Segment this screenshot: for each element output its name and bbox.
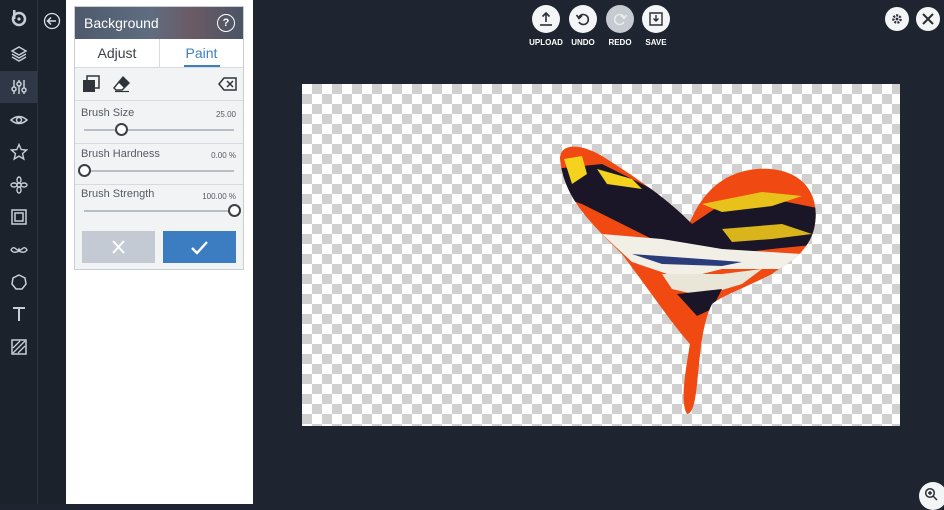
tab-paint[interactable]: Paint	[160, 39, 243, 67]
undo-button[interactable]	[569, 5, 597, 33]
clear-backspace-icon[interactable]	[218, 75, 238, 93]
gear-icon	[892, 14, 902, 24]
cancel-button[interactable]	[82, 231, 155, 263]
shape-icon[interactable]	[0, 266, 37, 298]
text-icon[interactable]	[0, 298, 37, 330]
tool-rail	[0, 0, 38, 504]
help-icon[interactable]: ?	[217, 14, 235, 32]
brush-strength-label: Brush Strength	[81, 188, 155, 200]
redo-label: REDO	[608, 38, 632, 47]
logo-icon[interactable]	[0, 2, 37, 34]
save-button[interactable]	[642, 5, 670, 33]
paint-tools-row	[75, 68, 243, 101]
save-icon	[649, 12, 663, 26]
panel-tabs: Adjust Paint	[75, 39, 243, 68]
upload-label: UPLOAD	[529, 38, 563, 47]
undo-icon	[575, 13, 590, 26]
brush-size-value: 25.00	[215, 110, 236, 119]
panel-header: Background ?	[75, 7, 243, 39]
brush-size-knob[interactable]	[115, 123, 128, 136]
checkmark-icon	[191, 241, 208, 255]
star-icon[interactable]	[0, 136, 37, 168]
active-tab-underline	[184, 65, 220, 67]
upload-button[interactable]	[532, 5, 560, 33]
flower-icon[interactable]	[0, 169, 37, 201]
tab-adjust[interactable]: Adjust	[75, 39, 160, 67]
save-label: SAVE	[645, 38, 667, 47]
secondary-rail	[38, 0, 66, 504]
brush-strength-knob[interactable]	[227, 204, 241, 217]
redo-icon	[613, 13, 628, 26]
brush-strength-value: 100.00 %	[202, 192, 236, 201]
close-icon	[922, 13, 934, 25]
close-x-icon	[112, 240, 125, 254]
brush-hardness-value: 0.00 %	[211, 151, 236, 160]
panel-title: Background	[84, 15, 159, 31]
brush-size-label: Brush Size	[81, 107, 135, 119]
zoom-button[interactable]	[919, 482, 944, 510]
brush-hardness-knob[interactable]	[77, 164, 91, 177]
zoom-in-icon	[924, 487, 938, 501]
brush-hardness-track[interactable]	[84, 170, 234, 172]
divider	[75, 143, 243, 144]
layers-icon[interactable]	[0, 38, 37, 70]
adjust-sliders-icon[interactable]	[0, 71, 37, 103]
apply-button[interactable]	[163, 231, 236, 263]
settings-button[interactable]	[885, 7, 909, 31]
restore-brush-icon[interactable]	[82, 75, 100, 93]
mustache-icon[interactable]	[0, 233, 37, 265]
brush-strength-track[interactable]	[84, 210, 234, 212]
undo-label: UNDO	[571, 38, 595, 47]
frame-icon[interactable]	[0, 201, 37, 233]
eye-icon[interactable]	[0, 104, 37, 136]
image-canvas[interactable]	[302, 84, 900, 426]
divider	[75, 184, 243, 185]
background-panel: Background ? Adjust Paint Brush Size 25.…	[74, 6, 244, 270]
upload-icon	[540, 11, 552, 26]
heart-image	[560, 146, 816, 414]
brush-hardness-label: Brush Hardness	[81, 148, 160, 160]
eraser-icon[interactable]	[113, 75, 131, 93]
redo-button[interactable]	[606, 5, 634, 33]
brush-size-track[interactable]	[84, 129, 234, 131]
tab-paint-label: Paint	[185, 45, 218, 61]
back-arrow-icon[interactable]	[43, 12, 61, 30]
texture-icon[interactable]	[0, 331, 37, 363]
close-button[interactable]	[916, 7, 940, 31]
